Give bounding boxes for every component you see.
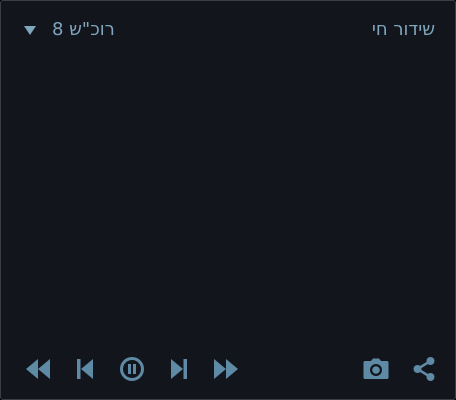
fast-forward-button[interactable] — [211, 354, 241, 384]
live-stream-title: שידור חי — [371, 18, 435, 40]
rewind-button[interactable] — [23, 354, 53, 384]
pause-circle-icon — [120, 357, 144, 381]
triangle-down-icon[interactable] — [24, 25, 36, 35]
skip-forward-button[interactable] — [164, 354, 194, 384]
camera-select-dropdown[interactable]: רוכ"ש 8 — [21, 19, 115, 40]
rewind-icon — [26, 359, 50, 379]
action-controls — [361, 354, 439, 384]
snapshot-button[interactable] — [361, 354, 391, 384]
player-header: רוכ"ש 8 שידור חי — [21, 15, 435, 43]
video-display-area[interactable] — [11, 57, 445, 339]
share-button[interactable] — [409, 354, 439, 384]
share-icon — [413, 357, 435, 381]
video-player: רוכ"ש 8 שידור חי — [0, 0, 456, 400]
fast-forward-icon — [214, 359, 238, 379]
control-bar — [23, 353, 439, 385]
skip-forward-icon — [171, 359, 187, 379]
camera-icon — [363, 358, 389, 379]
skip-back-button[interactable] — [70, 354, 100, 384]
pause-button[interactable] — [117, 354, 147, 384]
camera-select-value: רוכ"ש 8 — [52, 18, 115, 40]
skip-back-icon — [77, 359, 93, 379]
playback-controls — [23, 354, 241, 384]
